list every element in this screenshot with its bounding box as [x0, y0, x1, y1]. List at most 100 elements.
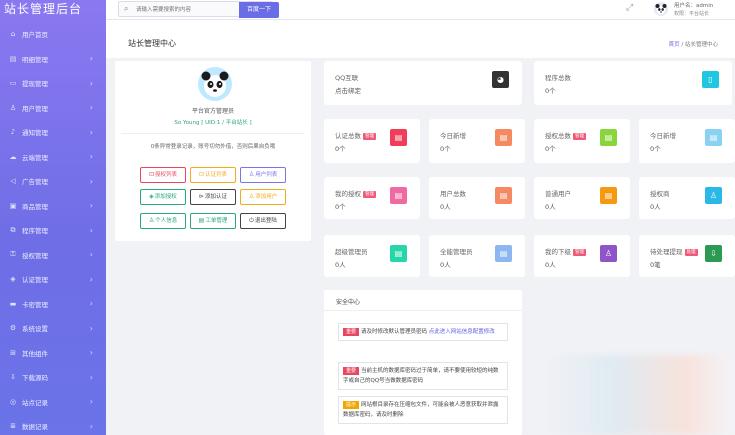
- search-input[interactable]: [136, 4, 231, 15]
- breadcrumb-current: 站长管理中心: [684, 42, 718, 48]
- security-divider: [324, 310, 522, 311]
- stat-card[interactable]: 我的授权 管理 0个 ▤: [324, 177, 420, 219]
- notice-link[interactable]: 点此进入网站信息配置修改: [429, 329, 495, 335]
- profile-action-button[interactable]: ⊡授权列表: [140, 167, 186, 183]
- ticket-icon: ▤: [198, 217, 205, 224]
- chevron-right-icon: ›: [89, 299, 93, 309]
- shield-icon: ◈: [149, 193, 154, 200]
- sidebar-item[interactable]: ⚿ 授权管理 ›: [0, 243, 106, 268]
- sidebar-item-label: 商品管理: [22, 202, 48, 211]
- sidebar-item[interactable]: ⌂ 用户首页: [0, 22, 106, 47]
- stat-card[interactable]: 用户总数 0人 ▤: [429, 177, 525, 219]
- cash-icon: ▭: [9, 79, 17, 88]
- manage-badge[interactable]: 管理: [363, 191, 376, 198]
- stat-card-title: 今日新增: [440, 132, 466, 140]
- user-add-icon: ♙: [248, 193, 255, 200]
- profile-action-button[interactable]: ♙添加用户: [240, 189, 286, 205]
- manage-badge[interactable]: 管理: [363, 133, 376, 140]
- stat-card-value: 0个: [650, 145, 661, 153]
- sidebar-item[interactable]: ◎ 站点记录 ›: [0, 390, 106, 415]
- sidebar-item[interactable]: ☁ 云端管理 ›: [0, 145, 106, 170]
- stat-card[interactable]: 今日新增 0个 ▤: [429, 119, 525, 163]
- chevron-right-icon: ›: [89, 103, 93, 113]
- profile-avatar: [198, 67, 232, 101]
- sidebar-item[interactable]: ⇩ 下载源码 ›: [0, 365, 106, 390]
- profile-action-button[interactable]: ⏻退出登陆: [240, 213, 286, 229]
- stat-card-title-row: 今日新增: [650, 130, 676, 140]
- sidebar-item[interactable]: ▣ 商品管理 ›: [0, 194, 106, 219]
- sidebar-item[interactable]: ◁ 广告管理 ›: [0, 169, 106, 194]
- sidebar-item[interactable]: ⊞ 其他组件 ›: [0, 341, 106, 366]
- stat-card[interactable]: 普通用户 0人 ▤: [534, 177, 630, 219]
- stat-card[interactable]: 待处理提现 处理 0笔 ⇩: [639, 235, 735, 277]
- profile-card: 平台官方管理员 So Young [ UID:1 / 平台站长 ] 0条异常登录…: [115, 61, 311, 241]
- profile-action-label: 退出登陆: [254, 218, 277, 224]
- profile-action-button[interactable]: ▤工单管理: [190, 213, 236, 229]
- profile-action-button[interactable]: ♙个人信息: [140, 213, 186, 229]
- stat-card-value: 点击绑定: [335, 87, 361, 95]
- stat-card-title: 授权商: [650, 190, 670, 198]
- topbar: ⌕ 百度一下 ⤢ 用户名：admin 权限：平台站长: [106, 0, 735, 20]
- notice-text: 当前主机的数据库密码过于简单，请不要使用较短的纯数字或自己的QQ号当做数据库密码: [343, 368, 499, 384]
- sidebar-item[interactable]: ⚙ 系统设置 ›: [0, 316, 106, 341]
- profile-action-button[interactable]: ♙用户列表: [240, 167, 286, 183]
- doc-icon: ▤: [495, 245, 512, 262]
- profile-role: 平台官方管理员: [191, 108, 234, 115]
- stat-card[interactable]: 我的下级 管理 0人 ♙: [534, 235, 630, 277]
- sidebar-item[interactable]: ≣ 数据记录 ›: [0, 414, 106, 435]
- stat-card[interactable]: QQ互联 点击绑定 ◕: [324, 61, 522, 105]
- sidebar-item[interactable]: ▬ 卡密管理 ›: [0, 292, 106, 317]
- stat-card-title: 程序总数: [545, 74, 571, 82]
- user-menu[interactable]: 用户名：admin 权限：平台站长: [646, 0, 735, 20]
- manage-badge[interactable]: 处理: [684, 249, 698, 256]
- doc-icon: ▤: [600, 187, 617, 204]
- stat-card-title: 超级管理员: [335, 248, 368, 256]
- doc-icon: ▤: [390, 245, 407, 262]
- fullscreen-icon[interactable]: ⤢: [626, 3, 633, 13]
- cloud-icon: ☁: [9, 152, 17, 161]
- sidebar-item[interactable]: ▤ 明细管理 ›: [0, 47, 106, 72]
- download-icon: ⇩: [10, 373, 16, 382]
- stat-card-title: 授权总数: [545, 132, 571, 140]
- sidebar-item[interactable]: ◈ 认证管理 ›: [0, 267, 106, 292]
- stat-card-title-row: 今日新增: [440, 130, 466, 140]
- notice-tag: 重要: [343, 328, 360, 336]
- breadcrumb-home[interactable]: 首页: [669, 42, 680, 48]
- stat-card-title-row: 普通用户: [545, 188, 571, 198]
- sidebar-item-label: 明细管理: [22, 55, 48, 64]
- profile-action-button[interactable]: ◈添加授权: [140, 189, 186, 205]
- security-notice: 重要 请及时修改默认管理员密码 点此进入网站信息配置修改: [338, 323, 508, 341]
- play-icon: ⊳: [198, 193, 204, 200]
- profile-warning: 0条异常登录记录，账号切勿外借，否则后果自负哦: [150, 144, 276, 150]
- sidebar-item[interactable]: ▭ 提现管理 ›: [0, 71, 106, 96]
- box-icon: ▣: [9, 201, 17, 210]
- sidebar-item[interactable]: ♙ 用户管理 ›: [0, 96, 106, 121]
- stat-card[interactable]: 程序总数 0个 ▯: [534, 61, 732, 105]
- search-button[interactable]: 百度一下: [239, 2, 279, 18]
- chevron-right-icon: ›: [89, 54, 93, 64]
- profile-action-button[interactable]: ⊡认证列表: [190, 167, 236, 183]
- user-icon: ♙: [9, 103, 17, 112]
- stat-card[interactable]: 全能管理员 0人 ▤: [429, 235, 525, 277]
- stat-card[interactable]: 授权总数 管理 0个 ▤: [534, 119, 630, 163]
- chevron-right-icon: ›: [89, 348, 93, 358]
- chevron-right-icon: ›: [89, 372, 93, 382]
- stat-card[interactable]: 认证总数 管理 0个 ▤: [324, 119, 420, 163]
- chevron-right-icon: ›: [89, 201, 93, 211]
- stat-card-title-row: 我的授权 管理: [335, 188, 376, 198]
- doc-icon: ▤: [495, 129, 512, 146]
- stat-card[interactable]: 今日新增 0个 ▤: [639, 119, 735, 163]
- stat-card[interactable]: 授权商 0人 ♙: [639, 177, 735, 219]
- sidebar-item-label: 认证管理: [22, 276, 48, 285]
- manage-badge[interactable]: 管理: [573, 133, 586, 140]
- manage-badge[interactable]: 管理: [573, 249, 586, 256]
- profile-action-button[interactable]: ⊳添加认证: [190, 189, 236, 205]
- breadcrumb: 首页 / 站长管理中心: [669, 40, 718, 48]
- sidebar-item[interactable]: ⧉ 程序管理 ›: [0, 218, 106, 243]
- stat-card-title: 认证总数: [335, 132, 361, 140]
- sidebar-item[interactable]: ♪ 通知管理 ›: [0, 120, 106, 145]
- stat-card-value: 0个: [545, 145, 556, 153]
- chevron-right-icon: ›: [89, 127, 93, 137]
- database-icon: ≣: [10, 422, 16, 431]
- stat-card[interactable]: 超级管理员 0人 ▤: [324, 235, 420, 277]
